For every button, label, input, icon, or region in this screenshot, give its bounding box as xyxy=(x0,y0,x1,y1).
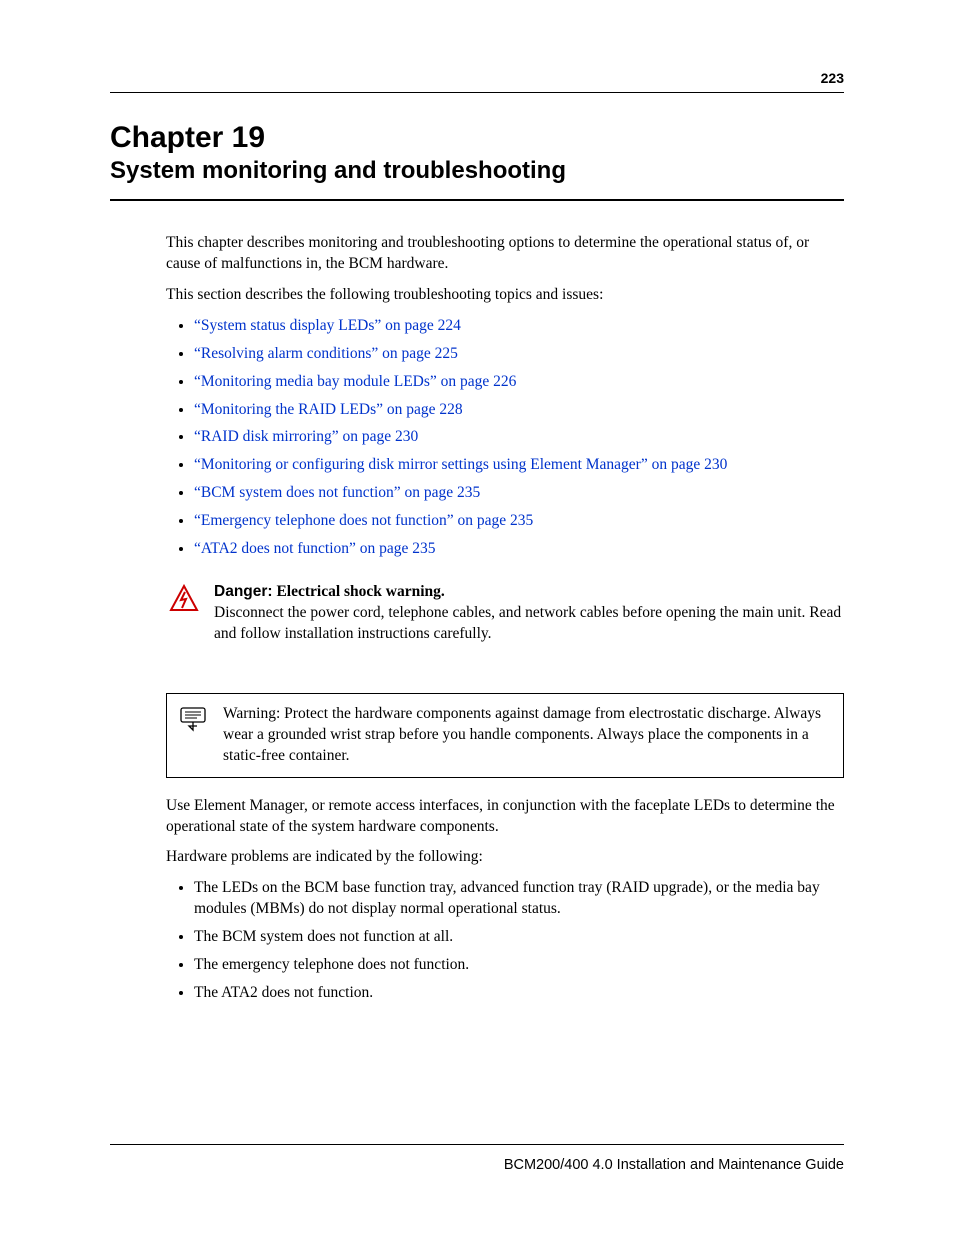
warning-lead: Warning: xyxy=(223,705,280,722)
chapter-subtitle: System monitoring and troubleshooting xyxy=(110,157,844,185)
after-warning-paragraph-2: Hardware problems are indicated by the f… xyxy=(166,847,844,868)
list-item: “RAID disk mirroring” on page 230 xyxy=(194,427,844,448)
intro-paragraph-1: This chapter describes monitoring and tr… xyxy=(166,233,844,275)
page-number: 223 xyxy=(110,70,844,86)
heading-rule xyxy=(110,199,844,201)
danger-body: Disconnect the power cord, telephone cab… xyxy=(214,603,844,645)
list-item: “BCM system does not function” on page 2… xyxy=(194,483,844,504)
danger-text: Danger: Electrical shock warning. Discon… xyxy=(214,582,844,645)
intro-paragraph-2: This section describes the following tro… xyxy=(166,285,844,306)
list-item: The BCM system does not function at all. xyxy=(194,927,844,948)
xref-link[interactable]: “System status display LEDs” on page 224 xyxy=(194,317,461,334)
list-item: “Monitoring media bay module LEDs” on pa… xyxy=(194,372,844,393)
list-item: The ATA2 does not function. xyxy=(194,983,844,1004)
page: 223 Chapter 19 System monitoring and tro… xyxy=(0,0,954,1235)
list-item: “Resolving alarm conditions” on page 225 xyxy=(194,344,844,365)
danger-subtitle: Electrical shock warning xyxy=(276,583,440,600)
list-item: The emergency telephone does not functio… xyxy=(194,955,844,976)
warning-body: Protect the hardware components against … xyxy=(223,705,821,764)
warning-text: Warning: Protect the hardware components… xyxy=(223,704,829,767)
danger-callout: Danger: Electrical shock warning. Discon… xyxy=(166,582,844,645)
body-content: This chapter describes monitoring and tr… xyxy=(166,233,844,1004)
xref-link[interactable]: “Resolving alarm conditions” on page 225 xyxy=(194,345,458,362)
electrical-shock-icon xyxy=(166,582,202,614)
chapter-title: Chapter 19 xyxy=(110,121,844,155)
xref-link[interactable]: “Monitoring media bay module LEDs” on pa… xyxy=(194,373,516,390)
list-item: “Monitoring the RAID LEDs” on page 228 xyxy=(194,400,844,421)
after-warning-paragraph-1: Use Element Manager, or remote access in… xyxy=(166,796,844,838)
xref-link[interactable]: “RAID disk mirroring” on page 230 xyxy=(194,428,418,445)
warning-box: Warning: Protect the hardware components… xyxy=(166,693,844,778)
xref-link[interactable]: “Monitoring or configuring disk mirror s… xyxy=(194,456,727,473)
list-item: The LEDs on the BCM base function tray, … xyxy=(194,878,844,920)
note-icon xyxy=(177,704,213,732)
top-rule xyxy=(110,92,844,93)
footer-text: BCM200/400 4.0 Installation and Maintena… xyxy=(504,1157,844,1173)
topic-link-list: “System status display LEDs” on page 224… xyxy=(166,316,844,560)
list-item: “Monitoring or configuring disk mirror s… xyxy=(194,455,844,476)
footer-rule xyxy=(110,1144,844,1145)
problem-list: The LEDs on the BCM base function tray, … xyxy=(166,878,844,1004)
list-item: “System status display LEDs” on page 224 xyxy=(194,316,844,337)
xref-link[interactable]: “Monitoring the RAID LEDs” on page 228 xyxy=(194,401,463,418)
list-item: “ATA2 does not function” on page 235 xyxy=(194,539,844,560)
xref-link[interactable]: “ATA2 does not function” on page 235 xyxy=(194,540,436,557)
xref-link[interactable]: “Emergency telephone does not function” … xyxy=(194,512,533,529)
danger-lead: Danger: xyxy=(214,583,273,600)
xref-link[interactable]: “BCM system does not function” on page 2… xyxy=(194,484,480,501)
list-item: “Emergency telephone does not function” … xyxy=(194,511,844,532)
